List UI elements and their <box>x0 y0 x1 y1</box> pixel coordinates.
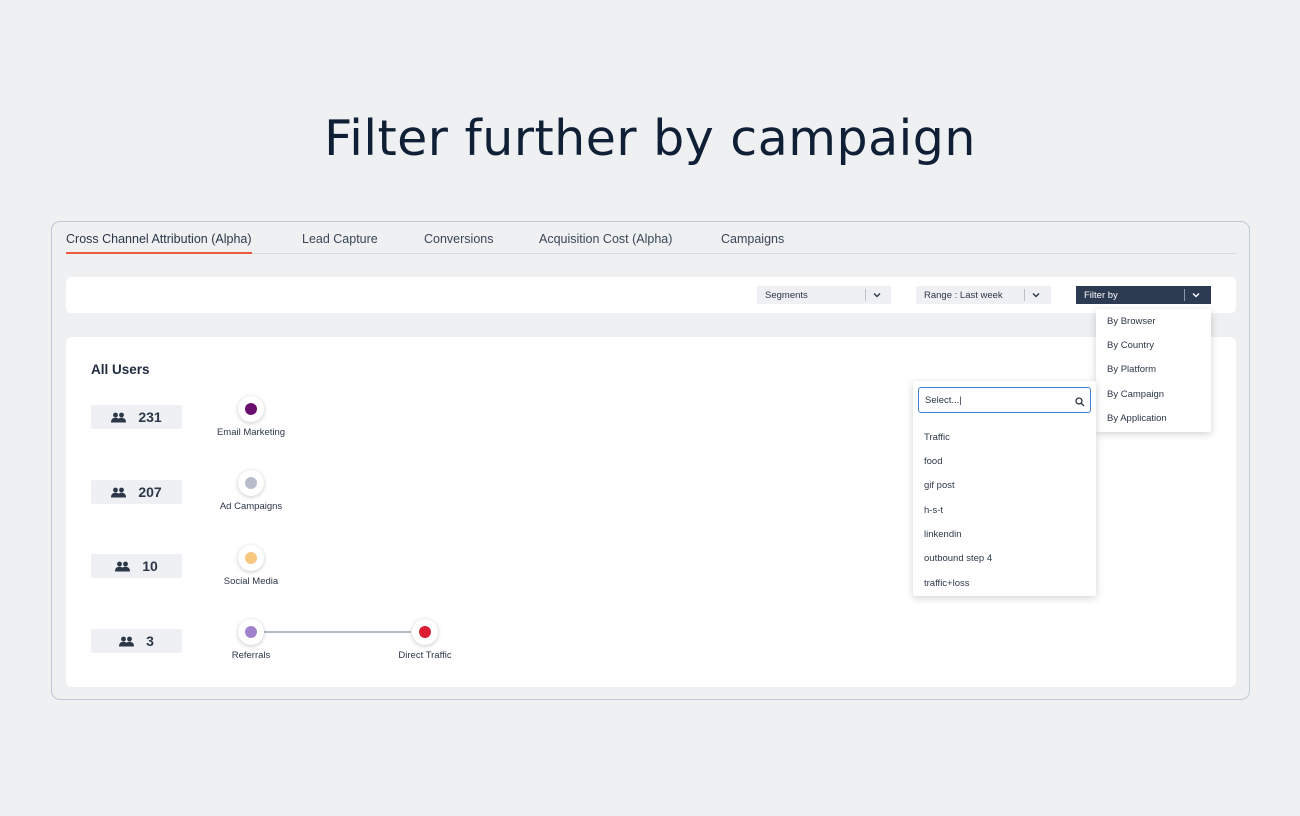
user-count: 10 <box>142 558 158 574</box>
segments-select[interactable]: Segments <box>757 286 891 304</box>
channel-node-direct-traffic[interactable] <box>412 619 438 645</box>
search-icon <box>1075 394 1085 412</box>
filter-by-label: Filter by <box>1084 289 1118 301</box>
channel-dot <box>245 626 257 638</box>
channel-node-ad-campaigns[interactable] <box>238 470 264 496</box>
menu-item-by-browser[interactable]: By Browser <box>1107 316 1156 327</box>
campaign-option[interactable]: linkendin <box>924 529 962 540</box>
menu-item-by-platform[interactable]: By Platform <box>1107 364 1156 375</box>
channel-label: Direct Traffic <box>398 650 452 661</box>
campaign-option[interactable]: gif post <box>924 480 955 491</box>
chevron-down-icon <box>1190 289 1202 301</box>
filter-toolbar: Segments Range : Last week Filter by <box>66 277 1236 313</box>
chevron-down-icon <box>1030 289 1042 301</box>
tab-acquisition-cost[interactable]: Acquisition Cost (Alpha) <box>539 232 672 252</box>
channel-label: Ad Campaigns <box>219 501 283 512</box>
users-icon <box>115 561 131 571</box>
tab-lead-capture[interactable]: Lead Capture <box>302 232 378 252</box>
tab-bar: Cross Channel Attribution (Alpha) Lead C… <box>66 232 1236 254</box>
channel-node-email-marketing[interactable] <box>238 396 264 422</box>
users-icon <box>119 636 135 646</box>
select-divider <box>1024 289 1025 301</box>
user-count: 207 <box>138 484 162 500</box>
path-connector <box>264 631 411 633</box>
campaign-search-input[interactable] <box>919 388 1069 412</box>
user-count-badge: 231 <box>91 405 182 429</box>
campaign-option[interactable]: traffic+loss <box>924 578 970 589</box>
campaign-search-box <box>918 387 1091 413</box>
select-divider <box>1184 289 1185 301</box>
tab-campaigns[interactable]: Campaigns <box>721 232 784 252</box>
channel-dot <box>245 403 257 415</box>
panel-title: All Users <box>91 362 150 377</box>
channel-node-referrals[interactable] <box>238 619 264 645</box>
users-icon <box>111 487 127 497</box>
channel-label: Referrals <box>231 650 271 661</box>
menu-item-by-campaign[interactable]: By Campaign <box>1107 389 1164 400</box>
channel-node-social-media[interactable] <box>238 545 264 571</box>
segments-label: Segments <box>765 289 808 301</box>
range-select[interactable]: Range : Last week <box>916 286 1051 304</box>
campaign-dropdown: Traffic food gif post h-s-t linkendin ou… <box>913 381 1096 596</box>
users-icon <box>111 412 127 422</box>
chevron-down-icon <box>871 289 883 301</box>
filter-by-menu: By Browser By Country By Platform By Cam… <box>1096 309 1211 432</box>
campaign-option[interactable]: outbound step 4 <box>924 553 992 564</box>
user-count: 3 <box>146 633 154 649</box>
channel-dot <box>245 477 257 489</box>
filter-by-select[interactable]: Filter by <box>1076 286 1211 304</box>
tab-conversions[interactable]: Conversions <box>424 232 493 252</box>
channel-dot <box>419 626 431 638</box>
user-count-badge: 10 <box>91 554 182 578</box>
channel-label: Social Media <box>223 576 279 587</box>
campaign-option[interactable]: h-s-t <box>924 505 943 516</box>
channel-label: Email Marketing <box>216 427 286 438</box>
select-divider <box>865 289 866 301</box>
range-label: Range : Last week <box>924 289 1003 301</box>
channel-dot <box>245 552 257 564</box>
user-count-badge: 3 <box>91 629 182 653</box>
menu-item-by-application[interactable]: By Application <box>1107 413 1167 424</box>
user-count: 231 <box>138 409 162 425</box>
user-count-badge: 207 <box>91 480 182 504</box>
campaign-option[interactable]: Traffic <box>924 432 950 443</box>
campaign-option[interactable]: food <box>924 456 943 467</box>
tab-cross-channel-attribution[interactable]: Cross Channel Attribution (Alpha) <box>66 232 252 254</box>
page-headline: Filter further by campaign <box>324 110 976 167</box>
menu-item-by-country[interactable]: By Country <box>1107 340 1154 351</box>
